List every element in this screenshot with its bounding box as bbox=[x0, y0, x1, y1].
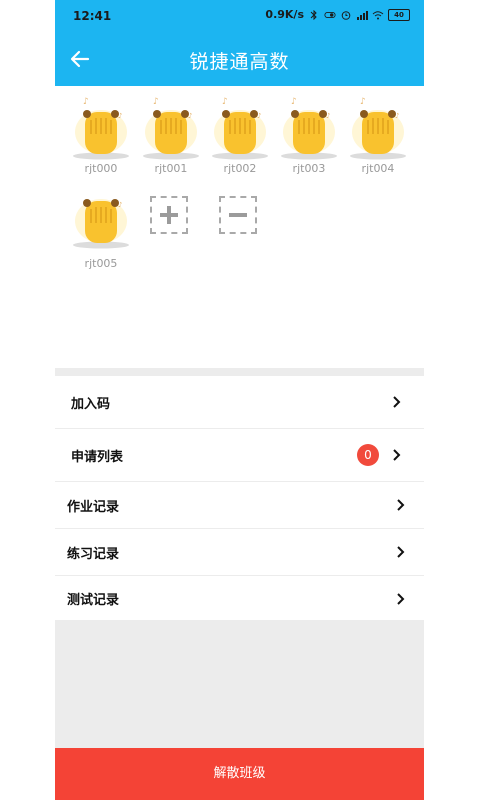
member-item[interactable]: ♪ ♪ rjt000 bbox=[70, 94, 132, 179]
member-item[interactable]: ♪ ♪ rjt001 bbox=[140, 94, 202, 179]
add-member-button[interactable] bbox=[150, 196, 188, 234]
member-item[interactable]: ♪ ♪ rjt003 bbox=[278, 94, 340, 179]
svg-text:♪: ♪ bbox=[118, 201, 122, 209]
plus-icon-v bbox=[167, 206, 171, 224]
member-item[interactable]: ♪ ♪ rjt004 bbox=[347, 94, 409, 179]
section-divider bbox=[55, 368, 424, 376]
member-name: rjt001 bbox=[154, 162, 188, 175]
svg-text:♪: ♪ bbox=[257, 112, 261, 120]
menu-label: 申请列表 bbox=[71, 449, 124, 465]
menu-item-test[interactable]: 测试记录 bbox=[55, 576, 424, 621]
remove-member-button[interactable] bbox=[219, 196, 257, 234]
bear-avatar-icon: ♪ ♪ bbox=[73, 97, 129, 160]
chevron-right-icon bbox=[397, 546, 405, 558]
svg-text:♪: ♪ bbox=[291, 97, 297, 107]
battery-icon: 40 bbox=[388, 8, 410, 21]
bear-avatar-icon: ♪ ♪ bbox=[350, 97, 406, 160]
menu-item-homework[interactable]: 作业记录 bbox=[55, 482, 424, 529]
empty-area bbox=[55, 620, 424, 748]
member-grid: ♪ ♪ rjt000 ♪ ♪ rjt001 ♪ ♪ rjt002 ♪ ♪ rjt… bbox=[55, 94, 424, 274]
svg-text:♪: ♪ bbox=[153, 97, 159, 107]
svg-text:♪: ♪ bbox=[118, 112, 122, 120]
menu-label: 加入码 bbox=[71, 396, 111, 412]
member-name: rjt002 bbox=[223, 162, 257, 175]
svg-text:♪: ♪ bbox=[395, 112, 399, 120]
toggle-icon bbox=[324, 11, 336, 18]
svg-text:♪: ♪ bbox=[326, 112, 330, 120]
status-icons: 0.9K/s 40 bbox=[265, 8, 410, 21]
bear-avatar-icon: ♪ ♪ bbox=[143, 97, 199, 160]
alarm-icon bbox=[341, 10, 351, 20]
menu-item-apply-list[interactable]: 申请列表 0 bbox=[55, 429, 424, 482]
chevron-right-icon bbox=[397, 499, 405, 511]
svg-text:♪: ♪ bbox=[222, 97, 228, 107]
bear-avatar-icon: ♪ bbox=[73, 199, 129, 249]
chevron-right-icon bbox=[397, 592, 405, 605]
svg-text:♪: ♪ bbox=[83, 97, 89, 107]
member-name: rjt005 bbox=[84, 257, 118, 270]
minus-icon bbox=[229, 213, 247, 217]
apply-count-badge: 0 bbox=[357, 444, 379, 466]
member-name: rjt000 bbox=[84, 162, 118, 175]
svg-text:♪: ♪ bbox=[188, 112, 192, 120]
menu-label: 测试记录 bbox=[67, 593, 120, 608]
menu-label: 作业记录 bbox=[67, 499, 120, 515]
chevron-right-icon bbox=[393, 396, 401, 408]
chevron-right-icon bbox=[393, 449, 401, 461]
network-speed: 0.9K/s bbox=[265, 8, 304, 21]
app-header: 锐捷通高数 bbox=[55, 32, 424, 86]
class-menu: 加入码 申请列表 0 作业记录 练习记录 测试记录 bbox=[55, 376, 424, 621]
member-name: rjt003 bbox=[292, 162, 326, 175]
bluetooth-icon bbox=[310, 9, 317, 20]
svg-text:♪: ♪ bbox=[360, 97, 366, 107]
status-time: 12:41 bbox=[73, 9, 112, 23]
member-name: rjt004 bbox=[361, 162, 395, 175]
menu-label: 练习记录 bbox=[67, 546, 120, 562]
page-title: 锐捷通高数 bbox=[189, 51, 290, 73]
battery-level: 40 bbox=[394, 10, 404, 19]
status-bar: 12:41 0.9K/s 40 bbox=[55, 0, 424, 32]
signal-icon bbox=[357, 10, 368, 20]
wifi-icon bbox=[372, 10, 384, 19]
bear-avatar-icon: ♪ ♪ bbox=[281, 97, 337, 160]
menu-item-join-code[interactable]: 加入码 bbox=[55, 376, 424, 429]
bear-avatar-icon: ♪ ♪ bbox=[212, 97, 268, 160]
dismiss-class-button[interactable]: 解散班级 bbox=[55, 748, 424, 800]
member-item[interactable]: ♪ rjt005 bbox=[70, 189, 132, 274]
app-screen: 12:41 0.9K/s 40 锐捷通高数 ♪ ♪ rjt000 ♪ ♪ rjt… bbox=[55, 0, 424, 800]
member-item[interactable]: ♪ ♪ rjt002 bbox=[209, 94, 271, 179]
menu-item-practice[interactable]: 练习记录 bbox=[55, 529, 424, 576]
